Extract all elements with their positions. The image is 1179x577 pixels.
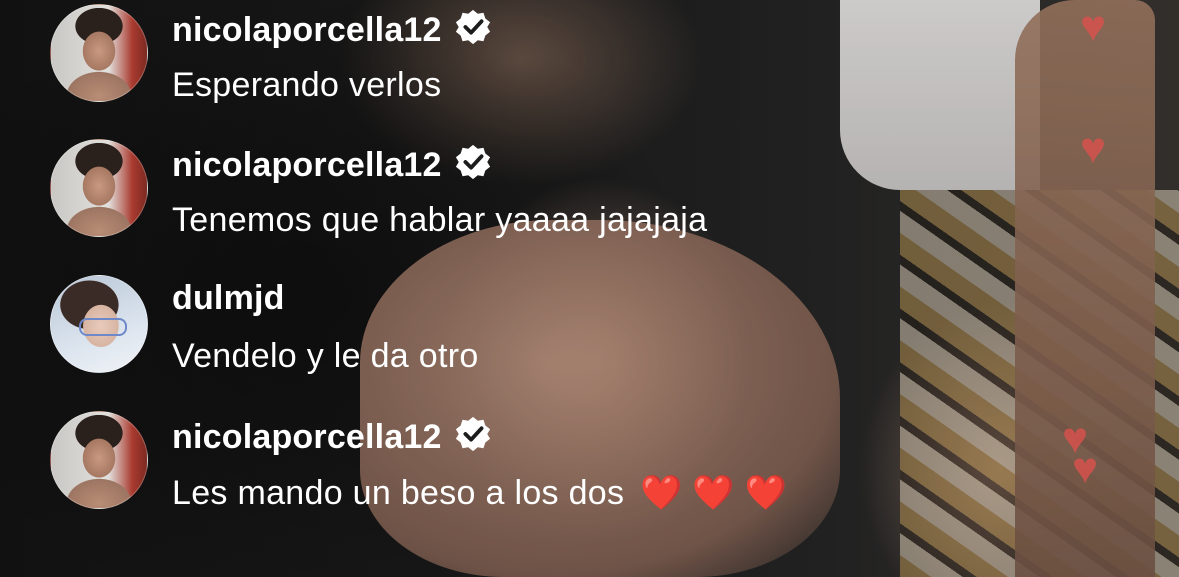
username-text[interactable]: dulmjd <box>172 279 285 317</box>
user-avatar[interactable] <box>50 275 148 373</box>
comment-item[interactable]: dulmjd Vendelo y le da otro <box>50 275 1050 385</box>
comment-username[interactable]: dulmjd <box>172 279 285 318</box>
comment-text: Tenemos que hablar yaaaa jajajaja <box>172 201 708 239</box>
username-text[interactable]: nicolaporcella12 <box>172 11 442 49</box>
avatar-glasses <box>79 318 127 336</box>
username-text[interactable]: nicolaporcella12 <box>172 146 442 184</box>
comment-text: Les mando un beso a los dos ❤️ ❤️ ❤️ <box>172 473 787 513</box>
user-avatar[interactable] <box>50 4 148 102</box>
comment-username[interactable]: nicolaporcella12 <box>172 415 492 457</box>
comment-item[interactable]: nicolaporcella12 Tenemos que hablar yaaa… <box>50 139 1050 249</box>
comment-text: Esperando verlos <box>172 66 442 104</box>
comment-text: Vendelo y le da otro <box>172 337 479 375</box>
username-text[interactable]: nicolaporcella12 <box>172 418 442 456</box>
verified-badge-icon <box>455 9 490 45</box>
verified-badge-icon <box>455 144 490 180</box>
comment-username[interactable]: nicolaporcella12 <box>172 143 492 185</box>
comment-item[interactable]: nicolaporcella12 Les mando un beso a los… <box>50 411 1050 521</box>
heart-emoji-icon: ❤️ ❤️ ❤️ <box>640 474 788 512</box>
comment-text-body: Les mando un beso a los dos <box>172 474 625 512</box>
comment-item[interactable]: nicolaporcella12 Esperando verlos <box>50 4 1050 114</box>
user-avatar[interactable] <box>50 411 148 509</box>
live-comments-list: nicolaporcella12 Esperando verlos nicola… <box>0 0 1179 577</box>
user-avatar[interactable] <box>50 139 148 237</box>
comment-username[interactable]: nicolaporcella12 <box>172 8 492 50</box>
verified-badge-icon <box>455 416 490 452</box>
